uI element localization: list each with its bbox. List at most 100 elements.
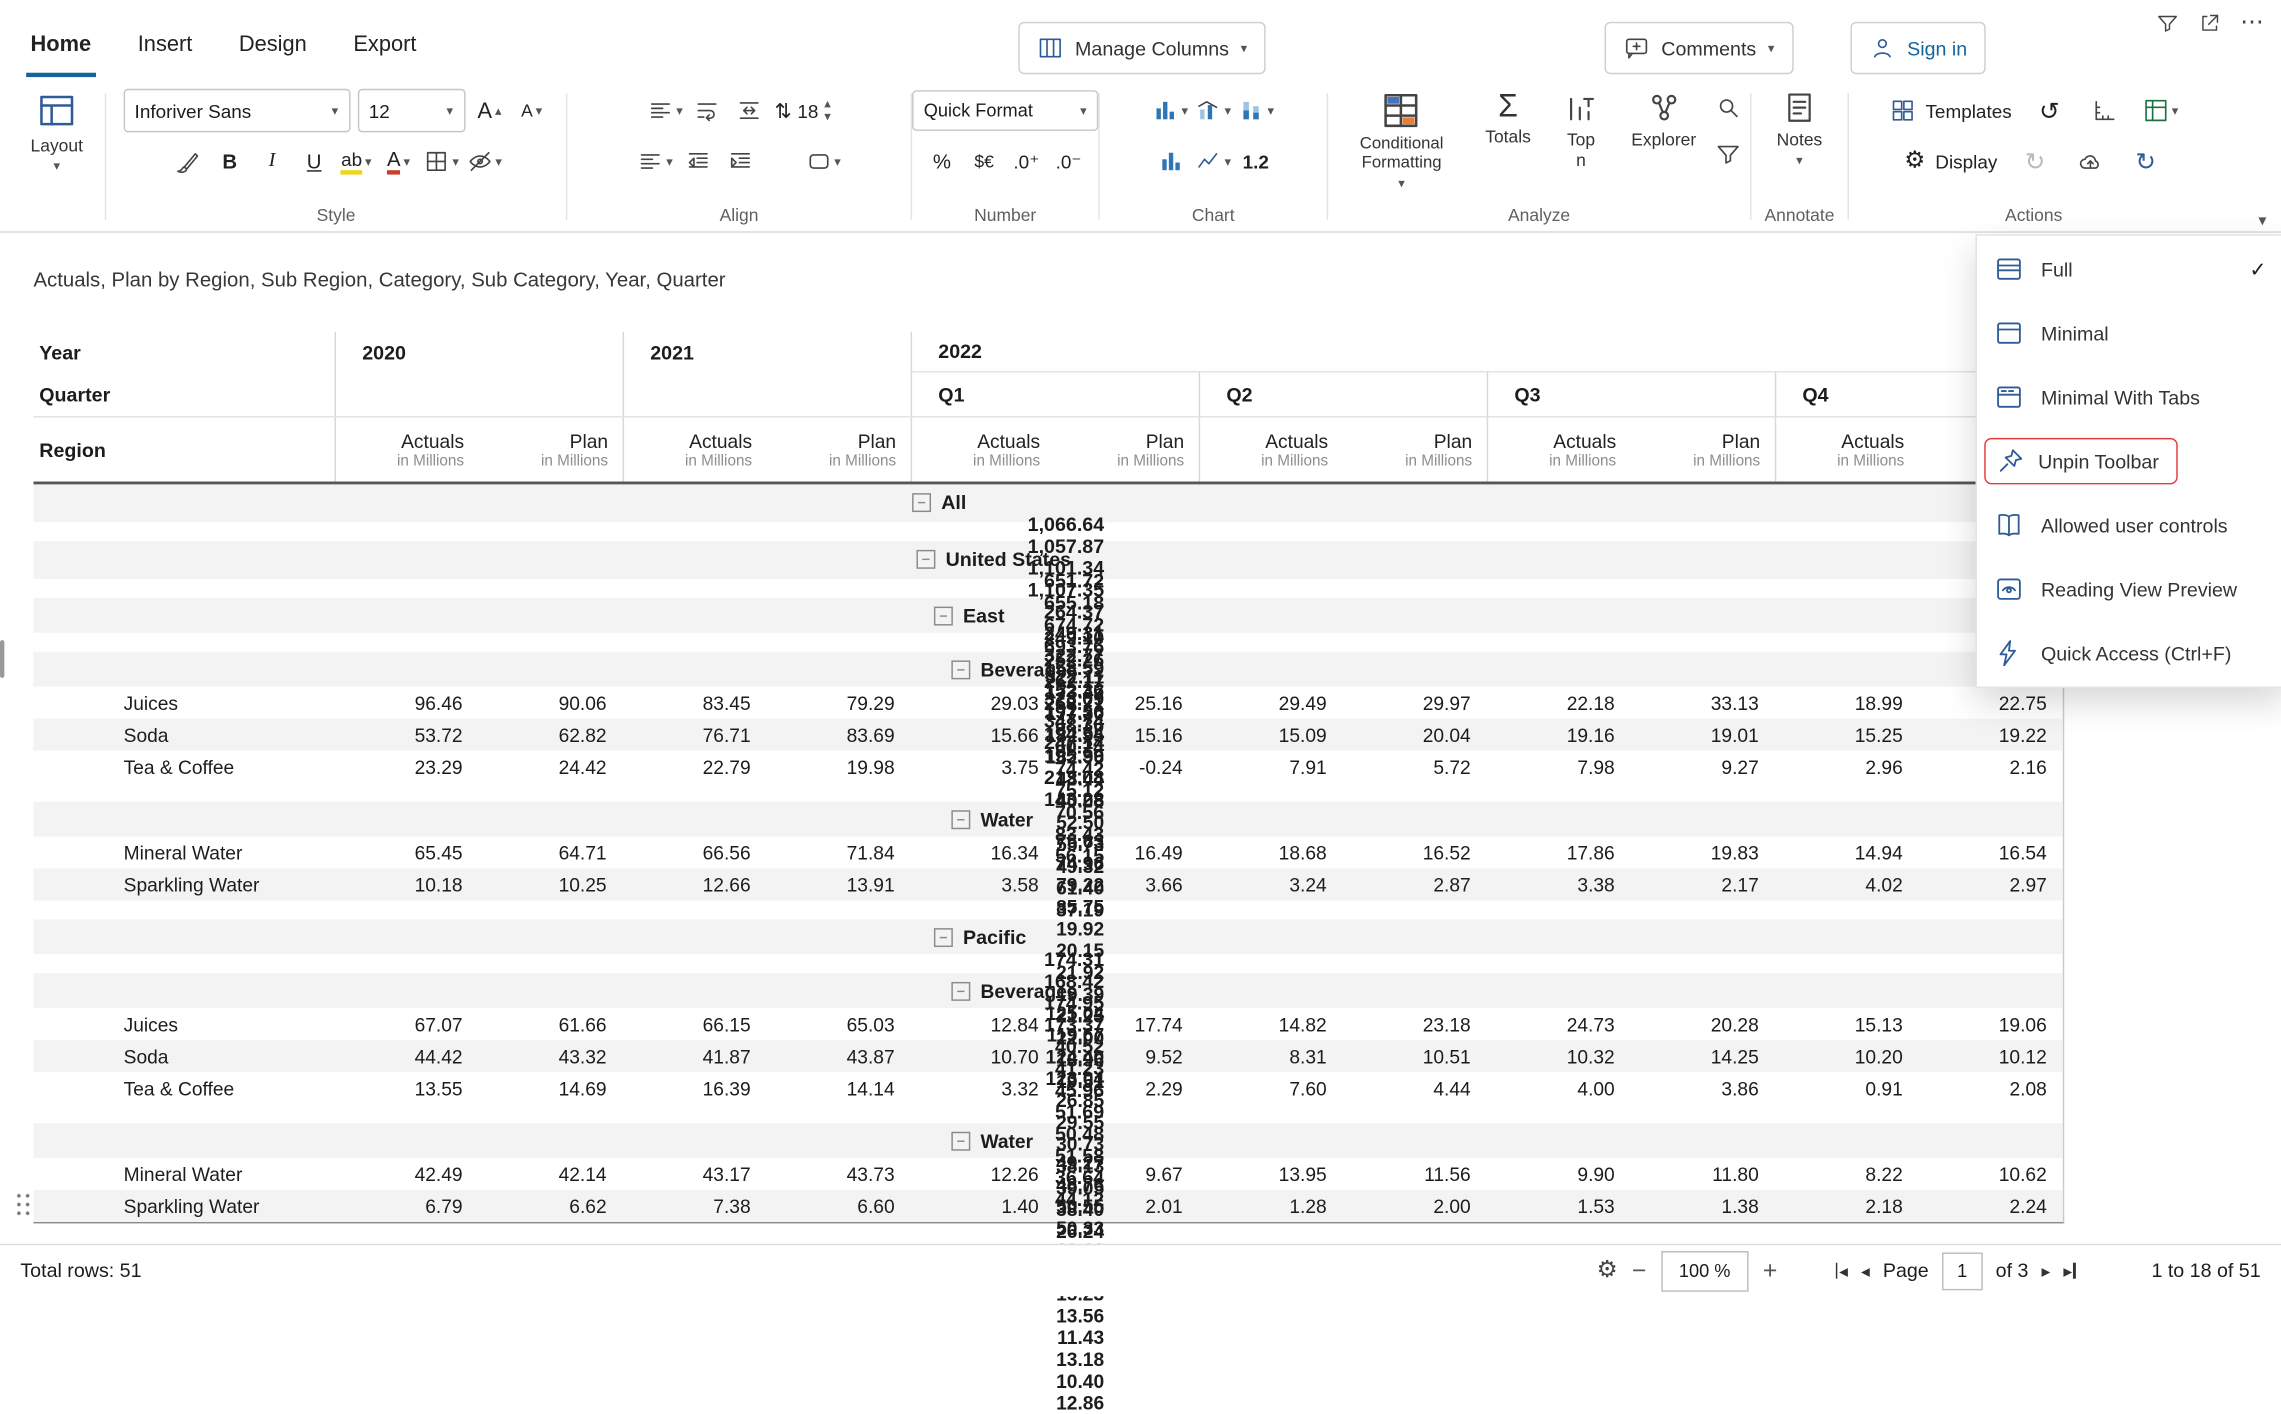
value-cell[interactable]: 3.86 <box>1631 1077 1775 1099</box>
value-cell[interactable]: 14.82 <box>1199 1013 1343 1035</box>
value-cell[interactable]: 249.10 <box>976 627 1120 649</box>
value-cell[interactable]: 15.09 <box>1199 724 1343 746</box>
value-cell[interactable]: 50.33 <box>976 1218 1120 1240</box>
zoom-in-button[interactable]: + <box>1763 1256 1777 1285</box>
value-cell[interactable]: 15.66 <box>911 724 1055 746</box>
collapse-icon[interactable] <box>916 550 935 569</box>
explorer-button[interactable]: Explorer <box>1621 89 1706 152</box>
value-cell[interactable]: 15.13 <box>1775 1013 1919 1035</box>
value-cell[interactable]: 6.79 <box>335 1195 479 1217</box>
toolbar-options-chevron[interactable]: ▾ <box>2258 211 2266 230</box>
value-cell[interactable]: 2.08 <box>1919 1077 2063 1099</box>
notes-button[interactable]: Notes ▾ <box>1766 89 1832 169</box>
filter-icon[interactable] <box>2156 12 2179 35</box>
value-cell[interactable]: 19.83 <box>1631 842 1775 864</box>
value-cell[interactable]: 41.87 <box>623 1045 767 1067</box>
value-cell[interactable]: 3.58 <box>911 874 1055 896</box>
collapse-icon[interactable] <box>951 1132 970 1151</box>
value-cell[interactable]: 14.69 <box>479 1077 623 1099</box>
value-cell[interactable]: 16.49 <box>1055 842 1199 864</box>
shape-button[interactable]: ▾ <box>805 143 841 181</box>
value-cell[interactable]: 17.74 <box>1055 1013 1199 1035</box>
value-cell[interactable]: 11.56 <box>1343 1163 1487 1185</box>
value-cell[interactable]: 1,066.64 <box>976 514 1120 536</box>
value-cell[interactable]: 19.01 <box>1631 724 1775 746</box>
column-header[interactable]: Planin Millions <box>767 418 911 482</box>
value-cell[interactable]: 2.00 <box>1343 1195 1487 1217</box>
currency-format-button[interactable]: $€ <box>967 143 1002 181</box>
value-cell[interactable]: 8.22 <box>1775 1163 1919 1185</box>
menu-item-quick-access-ctrl-f[interactable]: Quick Access (Ctrl+F) <box>1977 621 2281 685</box>
value-cell[interactable]: 16.52 <box>1343 842 1487 864</box>
sign-in-button[interactable]: Sign in <box>1850 22 1986 74</box>
value-cell[interactable]: 17.86 <box>1487 842 1631 864</box>
value-cell[interactable]: 13.56 <box>976 1305 1120 1327</box>
value-cell[interactable]: 10.25 <box>479 874 623 896</box>
value-cell[interactable]: 65.45 <box>335 842 479 864</box>
menu-item-allowed-user-controls[interactable]: Allowed user controls <box>1977 493 2281 557</box>
font-size-select[interactable]: 12 ▾ <box>357 89 465 133</box>
value-cell[interactable]: 14.14 <box>767 1077 911 1099</box>
conditional-formatting-button[interactable]: Conditional Formatting ▾ <box>1337 89 1466 192</box>
value-cell[interactable]: 15.16 <box>1055 724 1199 746</box>
value-cell[interactable]: 9.90 <box>1487 1163 1631 1185</box>
value-cell[interactable]: 20.28 <box>1631 1013 1775 1035</box>
font-color-button[interactable]: A ▾ <box>381 143 416 181</box>
value-cell[interactable]: 3.24 <box>1199 874 1343 896</box>
value-cell[interactable]: 7.98 <box>1487 756 1631 778</box>
value-cell[interactable]: 7.38 <box>623 1195 767 1217</box>
column-header[interactable]: Actualsin Millions <box>1487 418 1631 482</box>
highlight-color-button[interactable]: ab ▾ <box>339 143 374 181</box>
increase-decimal-button[interactable]: .0⁺ <box>1009 143 1044 181</box>
value-cell[interactable]: 12.84 <box>911 1013 1055 1035</box>
cloud-upload-button[interactable] <box>2073 143 2108 181</box>
value-cell[interactable]: 9.67 <box>1055 1163 1199 1185</box>
zoom-level-input[interactable]: 100 % <box>1661 1250 1748 1291</box>
bold-button[interactable]: B <box>212 143 247 181</box>
tab-export[interactable]: Export <box>349 20 421 77</box>
column-header[interactable]: Planin Millions <box>1055 418 1199 482</box>
value-cell[interactable]: 79.29 <box>767 692 911 714</box>
value-cell[interactable]: 25.16 <box>1055 692 1199 714</box>
zoom-out-button[interactable]: − <box>1632 1256 1646 1285</box>
value-cell[interactable]: 43.17 <box>623 1163 767 1185</box>
value-cell[interactable]: 9.52 <box>1055 1045 1199 1067</box>
font-family-select[interactable]: Inforiver Sans ▾ <box>123 89 350 133</box>
filter-icon[interactable] <box>1715 141 1741 167</box>
collapse-icon[interactable] <box>951 660 970 679</box>
page-number-input[interactable]: 1 <box>1942 1252 1983 1290</box>
value-cell[interactable]: 43.32 <box>479 1045 623 1067</box>
value-cell[interactable]: 12.86 <box>976 1392 1120 1414</box>
collapse-icon[interactable] <box>951 982 970 1001</box>
value-cell[interactable]: 1.53 <box>1487 1195 1631 1217</box>
number-chart-button[interactable]: 1.2 <box>1238 143 1273 181</box>
tab-insert[interactable]: Insert <box>133 20 196 77</box>
value-cell[interactable]: 29.49 <box>1199 692 1343 714</box>
value-cell[interactable]: 10.51 <box>1343 1045 1487 1067</box>
value-cell[interactable]: 11.80 <box>1631 1163 1775 1185</box>
column-header[interactable]: Actualsin Millions <box>335 418 479 482</box>
row-height-stepper[interactable]: ⇅ 18 ▴ ▾ <box>774 92 830 130</box>
value-cell[interactable]: 2.01 <box>1055 1195 1199 1217</box>
menu-item-unpin-toolbar[interactable]: Unpin Toolbar <box>1977 429 2281 493</box>
value-cell[interactable]: 13.91 <box>767 874 911 896</box>
column-header[interactable]: Actualsin Millions <box>1199 418 1343 482</box>
freeze-panes-button[interactable] <box>2087 92 2122 130</box>
collapse-icon[interactable] <box>934 928 953 947</box>
value-cell[interactable]: 19.16 <box>1487 724 1631 746</box>
value-cell[interactable]: 10.40 <box>976 1370 1120 1392</box>
collapse-icon[interactable] <box>912 493 931 512</box>
value-cell[interactable]: 83.69 <box>767 724 911 746</box>
value-cell[interactable]: 1.40 <box>911 1195 1055 1217</box>
menu-item-minimal[interactable]: Minimal <box>1977 301 2281 365</box>
column-header[interactable]: Actualsin Millions <box>1775 418 1919 482</box>
value-cell[interactable]: 2.97 <box>1919 874 2063 896</box>
value-cell[interactable]: 53.72 <box>335 724 479 746</box>
resize-drag-handle[interactable] <box>13 1190 33 1219</box>
fit-text-button[interactable] <box>732 92 767 130</box>
value-cell[interactable]: 0.91 <box>1775 1077 1919 1099</box>
vertical-align-button[interactable]: ▾ <box>637 143 673 181</box>
menu-item-minimal-with-tabs[interactable]: Minimal With Tabs <box>1977 365 2281 429</box>
format-painter-button[interactable] <box>170 143 205 181</box>
value-cell[interactable]: 174.31 <box>976 948 1120 970</box>
